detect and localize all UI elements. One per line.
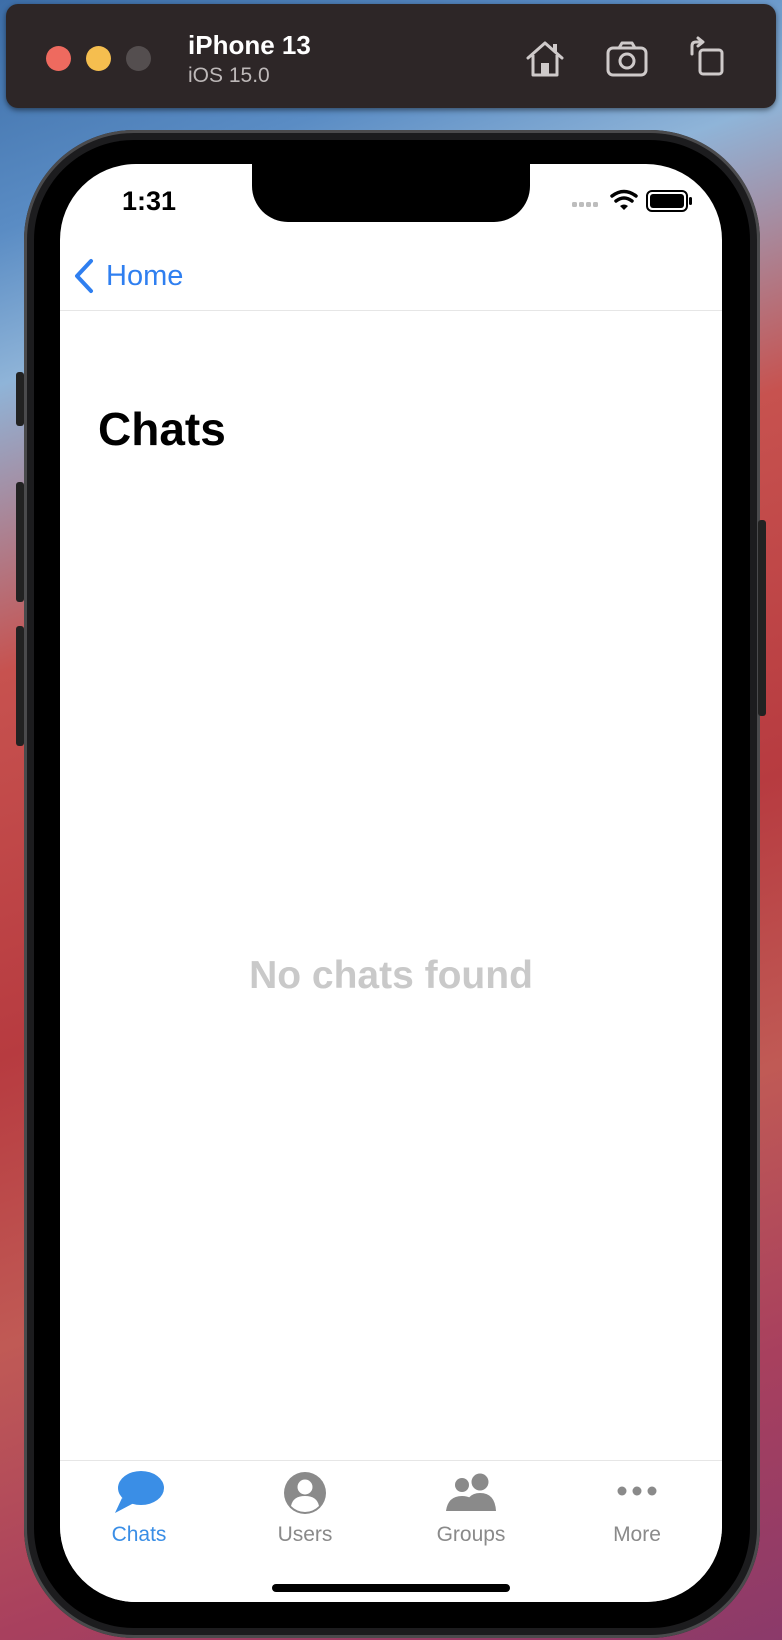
battery-icon: [646, 190, 692, 212]
cellular-signal-icon: [572, 202, 598, 207]
tab-more[interactable]: More: [562, 1469, 712, 1555]
chevron-left-icon: [75, 259, 93, 293]
tab-groups[interactable]: Groups: [396, 1469, 546, 1555]
chat-bubble-icon: [115, 1471, 164, 1513]
volume-down-button: [16, 626, 24, 746]
power-button: [758, 520, 766, 716]
silent-switch: [16, 372, 24, 426]
tab-chats[interactable]: Chats: [64, 1469, 214, 1555]
back-button[interactable]: Home: [72, 254, 183, 298]
minimize-window-button[interactable]: [86, 46, 111, 71]
empty-state-message: No chats found: [249, 954, 533, 997]
status-indicators: [572, 189, 692, 212]
screenshot-icon[interactable]: [604, 36, 650, 82]
status-time: 1:31: [122, 186, 177, 216]
simulator-window-bar: iPhone 13 iOS 15.0: [6, 4, 776, 108]
group-icon: [446, 1473, 496, 1511]
navigation-bar: Home: [60, 244, 722, 311]
tab-users[interactable]: Users: [230, 1469, 380, 1555]
tab-label-groups: Groups: [436, 1523, 506, 1546]
user-icon: [284, 1472, 326, 1514]
tab-label-chats: Chats: [111, 1523, 167, 1546]
zoom-window-button[interactable]: [126, 46, 151, 71]
page-title: Chats: [98, 403, 226, 455]
close-window-button[interactable]: [46, 46, 71, 71]
device-name: iPhone 13: [188, 30, 311, 60]
back-button-label: Home: [106, 259, 184, 292]
rotate-icon[interactable]: [686, 36, 732, 82]
tab-label-users: Users: [277, 1523, 333, 1546]
more-icon: [617, 1486, 657, 1496]
volume-up-button: [16, 482, 24, 602]
home-indicator: [272, 1584, 510, 1592]
home-icon[interactable]: [522, 36, 568, 82]
phone-screen: 1:31 Home Chats No chats found Chats Use…: [60, 164, 722, 1602]
wifi-icon: [610, 189, 638, 210]
notch: [252, 164, 530, 222]
os-version: iOS 15.0: [188, 64, 270, 87]
tab-label-more: More: [613, 1523, 661, 1546]
tab-bar: Chats Users Groups More: [60, 1460, 722, 1602]
